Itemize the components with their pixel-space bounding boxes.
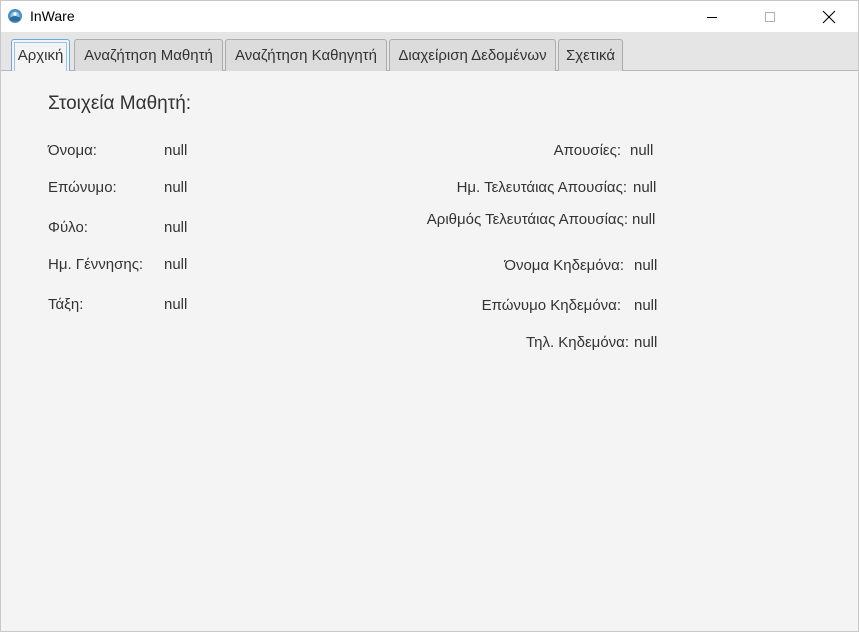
last-name-value: null	[164, 179, 188, 196]
guardian-phone-value: null	[634, 334, 658, 351]
first-name-value: null	[164, 142, 188, 159]
tab-bar: Αρχική Αναζήτηση Μαθητή Αναζήτηση Καθηγη…	[1, 32, 858, 72]
last-absence-number-label: Αριθμός Τελευτάιας Απουσίας:	[426, 211, 628, 228]
tab-student-search[interactable]: Αναζήτηση Μαθητή	[74, 39, 223, 71]
guardian-last-name-label: Επώνυμο Κηδεμόνα:	[481, 297, 621, 314]
close-icon	[822, 10, 836, 23]
tab-teacher-search[interactable]: Αναζήτηση Καθηγητή	[225, 39, 387, 71]
tab-about[interactable]: Σχετικά	[558, 39, 623, 71]
maximize-icon	[765, 11, 775, 22]
birth-date-label: Ημ. Γέννησης:	[48, 256, 144, 273]
class-label: Τάξη:	[48, 296, 84, 313]
absences-label: Απουσίες:	[553, 142, 621, 159]
student-details-heading: Στοιχεία Μαθητή:	[48, 93, 192, 114]
title-bar[interactable]: InWare	[1, 1, 858, 32]
guardian-phone-label: Τηλ. Κηδεμόνα:	[526, 334, 629, 351]
guardian-first-name-label: Όνομα Κηδεμόνα:	[504, 257, 624, 274]
app-window: InWare Αρχική Αναζήτηση Μαθητή Αναζήτηση…	[0, 0, 859, 632]
first-name-label: Όνομα:	[48, 142, 97, 159]
gender-label: Φύλο:	[48, 219, 88, 236]
maximize-button[interactable]	[741, 1, 799, 32]
last-absence-date-value: null	[633, 179, 657, 196]
tab-data-management[interactable]: Διαχείριση Δεδομένων	[389, 39, 556, 71]
class-value: null	[164, 296, 188, 313]
guardian-last-name-value: null	[634, 297, 658, 314]
window-title: InWare	[30, 8, 75, 24]
absences-value: null	[630, 142, 654, 159]
close-button[interactable]	[800, 1, 858, 32]
last-absence-date-label: Ημ. Τελευτάιας Απουσίας:	[456, 179, 627, 196]
inware-logo-icon	[7, 8, 23, 24]
minimize-icon	[707, 16, 717, 18]
last-absence-number-value: null	[632, 211, 656, 228]
guardian-first-name-value: null	[634, 257, 658, 274]
tab-home[interactable]: Αρχική	[11, 39, 70, 72]
minimize-button[interactable]	[683, 1, 741, 32]
home-panel: Στοιχεία Μαθητή: Όνομα: null Επώνυμο: nu…	[1, 71, 858, 631]
birth-date-value: null	[164, 256, 188, 273]
gender-value: null	[164, 219, 188, 236]
last-name-label: Επώνυμο:	[48, 179, 117, 196]
